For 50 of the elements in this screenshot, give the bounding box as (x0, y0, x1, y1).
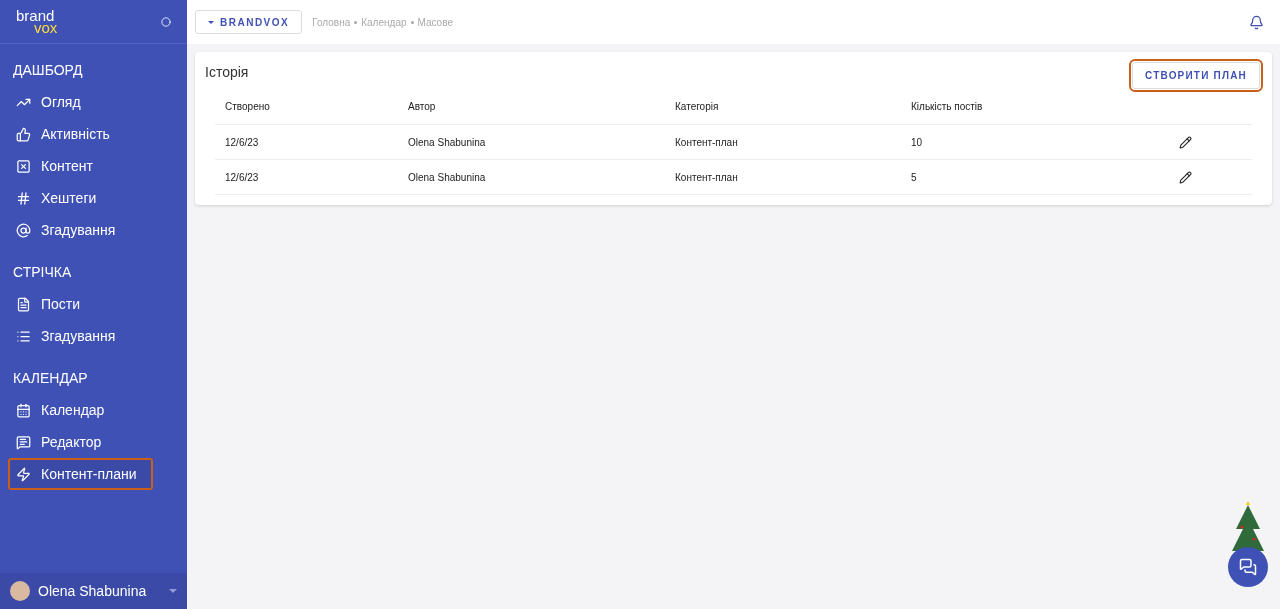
sidebar-item[interactable]: Огляд (0, 86, 187, 118)
sidebar-item[interactable]: Хештеги (0, 182, 187, 214)
square-icon (16, 158, 31, 174)
column-header: Кількість постів (901, 89, 1169, 125)
card-title: Історія (205, 64, 249, 80)
table-cell: Olena Shabunina (398, 160, 665, 195)
chat-icon (1239, 558, 1257, 576)
caret-icon (169, 589, 177, 593)
document-icon (16, 296, 31, 312)
edit-icon[interactable] (1179, 135, 1192, 149)
user-menu[interactable]: Olena Shabunina (0, 573, 187, 609)
table-cell: Контент-план (665, 125, 901, 160)
avatar (10, 581, 30, 601)
sidebar-item[interactable]: Календар (0, 394, 187, 426)
table-cell: 5 (901, 160, 1169, 195)
message-icon (16, 434, 31, 450)
lightning-icon (16, 466, 31, 482)
sidebar-item[interactable]: Редактор (0, 426, 187, 458)
edit-icon[interactable] (1179, 170, 1192, 184)
table-cell: 10 (901, 125, 1169, 160)
at-sign-icon (16, 222, 31, 238)
chat-button[interactable] (1228, 547, 1268, 587)
sidebar-item[interactable]: Контент (0, 150, 187, 182)
list-icon (16, 328, 31, 344)
radio-icon[interactable] (161, 16, 171, 27)
caret-icon (208, 20, 214, 24)
hash-icon (16, 190, 31, 206)
sidebar-item[interactable]: Згадування (0, 214, 187, 246)
sidebar-item[interactable]: Пости (0, 288, 187, 320)
table-cell: 12/6/23 (215, 125, 398, 160)
separator-dot (410, 20, 414, 24)
column-header: Автор (398, 89, 665, 125)
section-title: ДАШБОРД (12, 61, 84, 80)
logo: brand vox (16, 9, 58, 34)
section-title: КАЛЕНДАР (12, 369, 89, 388)
table-cell: Контент-план (665, 160, 901, 195)
calendar-icon (16, 402, 31, 418)
create-plan-button[interactable]: СТВОРИТИ ПЛАН (1132, 62, 1260, 89)
column-header: Категорія (665, 89, 901, 125)
bell-icon[interactable] (1249, 14, 1264, 30)
table-cell: Olena Shabunina (398, 125, 665, 160)
sidebar-item[interactable]: Контент-плани (8, 458, 153, 490)
table-cell: 12/6/23 (215, 160, 398, 195)
workspace-button[interactable]: BRANDVOX (195, 10, 303, 34)
sidebar-item[interactable]: Згадування (0, 320, 187, 352)
sidebar-item[interactable]: Активність (0, 118, 187, 150)
thumbs-up-icon (16, 126, 31, 142)
section-title: СТРІЧКА (12, 263, 73, 282)
column-header: Створено (215, 89, 398, 125)
separator-dot (354, 20, 358, 24)
